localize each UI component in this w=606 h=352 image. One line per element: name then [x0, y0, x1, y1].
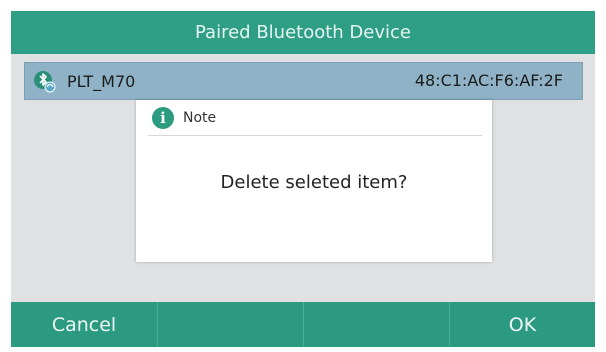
- cancel-softkey[interactable]: Cancel: [11, 302, 157, 347]
- device-mac-address: 48:C1:AC:F6:AF:2F: [414, 71, 563, 90]
- device-row-selected[interactable]: PLT_M70 48:C1:AC:F6:AF:2F: [24, 62, 583, 100]
- device-name: PLT_M70: [67, 71, 136, 91]
- page-title: Paired Bluetooth Device: [195, 22, 411, 43]
- bluetooth-headset-icon: [33, 69, 57, 93]
- ok-softkey[interactable]: OK: [449, 302, 595, 347]
- dialog-header: i Note: [148, 100, 482, 136]
- title-bar: Paired Bluetooth Device: [11, 11, 595, 54]
- softkey-3[interactable]: [303, 302, 449, 347]
- dialog-message: Delete seleted item?: [220, 172, 408, 193]
- phone-screen: Paired Bluetooth Device PLT_M70 48:C1:AC…: [11, 11, 595, 347]
- softkey-2[interactable]: [157, 302, 303, 347]
- note-dialog: i Note Delete seleted item?: [136, 100, 492, 262]
- dialog-title: Note: [183, 109, 217, 126]
- softkey-bar: Cancel OK: [11, 302, 595, 347]
- info-icon: i: [152, 106, 174, 129]
